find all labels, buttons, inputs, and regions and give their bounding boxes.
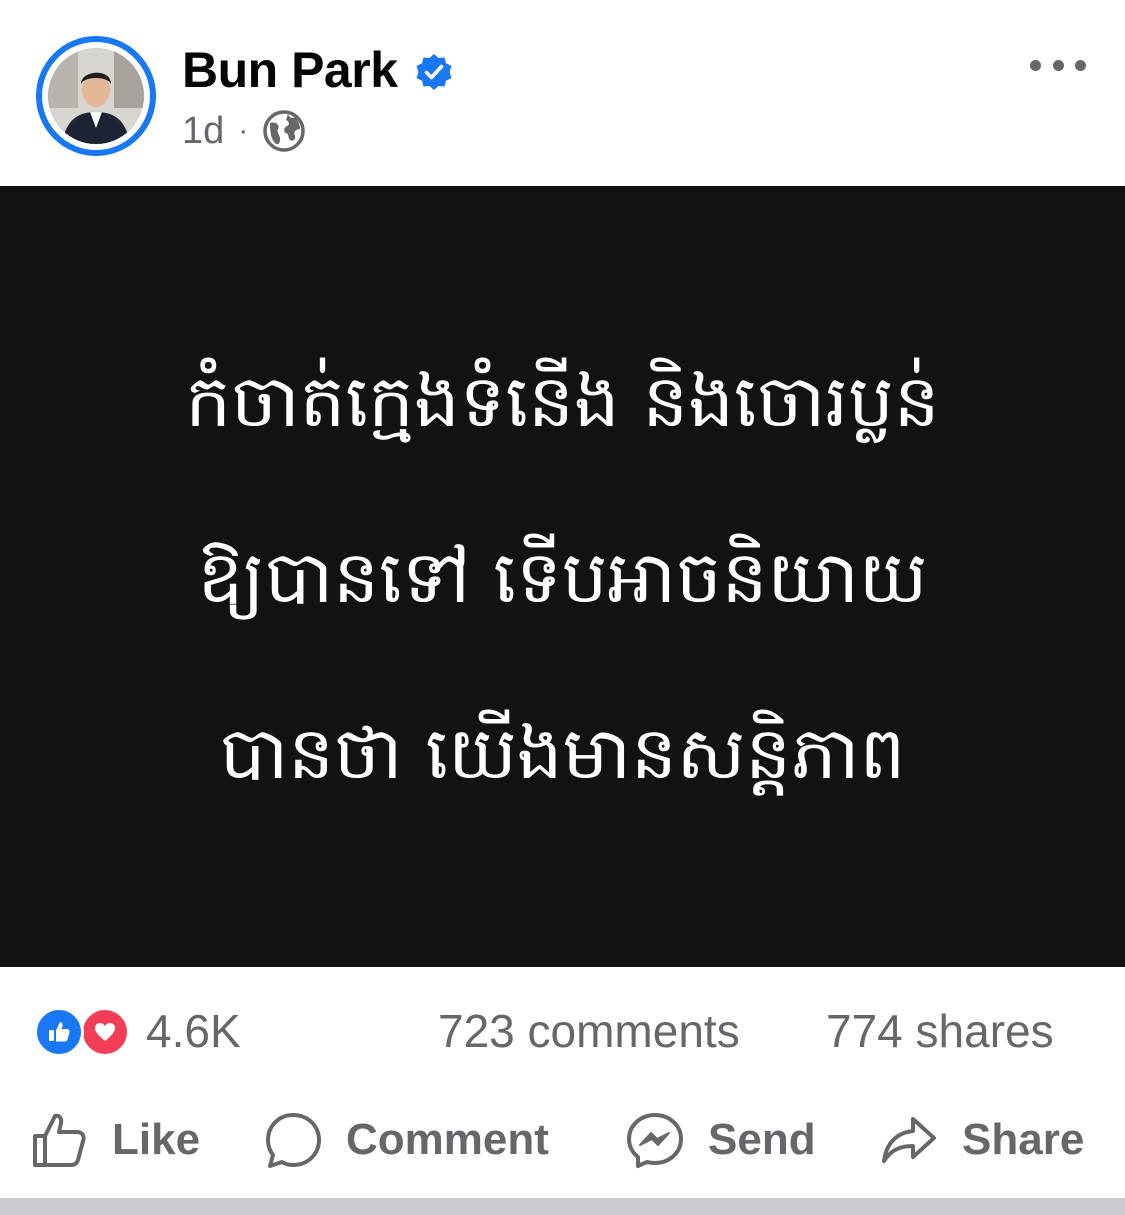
post-time[interactable]: 1d: [182, 110, 224, 153]
post-text-line: បានថា យើងមានសន្តិភាព: [219, 710, 906, 795]
meta-separator: ·: [238, 114, 249, 147]
share-arrow-icon: [882, 1117, 936, 1163]
feed-divider: [0, 1198, 1125, 1215]
post-text-card[interactable]: កំចាត់ក្មេងទំនើង និងចោរប្លន់ ឱ្យបានទៅ ទើ…: [0, 186, 1125, 967]
reactions-count[interactable]: 4.6K: [146, 1003, 241, 1059]
post-header: Bun Park 1d ·: [0, 0, 1125, 186]
like-button[interactable]: Like: [30, 1100, 200, 1180]
comment-button[interactable]: Comment: [264, 1100, 549, 1180]
like-reaction-icon: [34, 1007, 84, 1057]
comments-count[interactable]: 723 comments: [438, 1003, 740, 1059]
like-label: Like: [112, 1115, 201, 1164]
comment-label: Comment: [346, 1115, 549, 1164]
profile-photo: [48, 48, 144, 144]
more-dot: [1030, 59, 1041, 71]
thumbs-up-icon: [33, 1113, 86, 1167]
shares-count[interactable]: 774 shares: [826, 1003, 1054, 1059]
love-reaction-icon: [80, 1007, 130, 1057]
more-dot: [1052, 59, 1064, 71]
avatar[interactable]: [36, 36, 156, 156]
post-meta: 1d ·: [182, 106, 306, 156]
comment-bubble-icon: [266, 1113, 321, 1168]
author-name[interactable]: Bun Park: [182, 40, 398, 100]
post-text-line: កំចាត់ក្មេងទំនើង និងចោរប្លន់: [185, 358, 940, 443]
send-label: Send: [708, 1115, 816, 1164]
post-actions: Like Comment Send Share: [0, 1100, 1125, 1180]
share-label: Share: [962, 1115, 1085, 1164]
reaction-icons[interactable]: [34, 1005, 134, 1057]
send-button[interactable]: Send: [626, 1100, 816, 1180]
globe-icon[interactable]: [262, 109, 306, 153]
share-button[interactable]: Share: [880, 1100, 1084, 1180]
more-dot: [1075, 59, 1086, 71]
more-options-icon[interactable]: [1030, 50, 1086, 80]
messenger-icon: [627, 1113, 683, 1168]
post-text-line: ឱ្យបានទៅ ទើបអាចនិយាយ: [197, 534, 928, 619]
verified-badge-icon: [416, 54, 452, 90]
